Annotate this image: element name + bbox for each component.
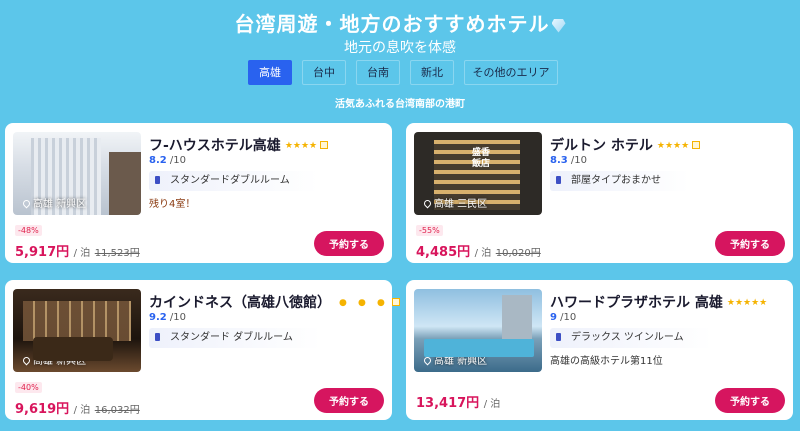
hotel-location-text: 高雄 新興区 <box>33 199 87 210</box>
original-price: 11,523円 <box>94 248 140 259</box>
discount-badge: -55% <box>416 225 443 236</box>
hotel-card[interactable]: 高雄 三民区 デルトン ホテル★★★★ 8.3 /10 部屋タイプおまかせ -5… <box>406 123 793 263</box>
room-type: スタンダードダブルルーム <box>149 171 318 191</box>
book-button[interactable]: 予約する <box>715 231 785 256</box>
book-button[interactable]: 予約する <box>715 388 785 413</box>
ranking-note: 高雄の高級ホテル第11位 <box>550 356 663 367</box>
location-pin-icon <box>422 198 433 209</box>
bed-icon <box>155 333 160 341</box>
room-type: 部屋タイプおまかせ <box>550 171 689 191</box>
price-value: 9,619円 <box>15 402 70 417</box>
star-rating-icon: ★★★★ <box>284 141 318 151</box>
score-value: 9.2 <box>149 312 167 323</box>
review-score: 8.2 /10 <box>149 155 186 166</box>
hotel-name[interactable]: ハワードプラザホテル 高雄 ★★★★★ <box>550 292 767 312</box>
score-suffix: /10 <box>560 312 577 323</box>
hotel-location: 高雄 新興区 <box>21 195 87 210</box>
hotel-card[interactable]: 高雄 新興区 フ-ハウスホテル高雄 ★★★★ 8.2 /10 スタンダードダブルル… <box>5 123 392 263</box>
star-rating-icon: ★★★★★ <box>726 298 768 308</box>
hotel-location: 高雄 三民区 <box>422 195 488 210</box>
hotel-location-text: 高雄 三民区 <box>434 199 488 210</box>
hotel-name-text[interactable]: フ-ハウスホテル高雄 <box>149 138 281 154</box>
hotel-location-text: 高雄 新興区 <box>33 356 87 367</box>
score-value: 8.3 <box>550 155 568 166</box>
book-button[interactable]: 予約する <box>314 388 384 413</box>
page-subtitle: 地元の息吹を体感 <box>344 40 456 56</box>
tab-kaohsiung[interactable]: 高雄 <box>248 60 292 85</box>
original-price: 10,020円 <box>495 248 541 259</box>
hotel-location: 高雄 新興区 <box>21 352 87 367</box>
hotel-name-text[interactable]: デルトン ホテル <box>550 138 653 154</box>
page-title-text: 台湾周遊・地方のおすすめホテル <box>234 12 550 36</box>
price-value: 5,917円 <box>15 245 70 260</box>
tab-new-taipei[interactable]: 新北 <box>410 60 454 85</box>
hotel-name-text[interactable]: ハワードプラザホテル 高雄 <box>550 295 723 311</box>
discount-badge: -48% <box>15 225 42 236</box>
score-value: 9 <box>550 312 557 323</box>
thumbs-up-badge-icon <box>391 298 400 306</box>
price-value: 13,417円 <box>416 396 480 411</box>
location-pin-icon <box>21 198 32 209</box>
room-type: スタンダード ダブルルーム <box>149 328 321 348</box>
score-value: 8.2 <box>149 155 167 166</box>
hotel-location-text: 高雄 新興区 <box>434 356 488 367</box>
bed-icon <box>556 333 561 341</box>
per-night: / 泊 <box>474 248 492 259</box>
room-type: デラックス ツインルーム <box>550 328 712 348</box>
thumbs-up-badge-icon <box>692 141 701 149</box>
rating-circles-icon: ● ● ● <box>339 298 389 308</box>
location-pin-icon <box>422 355 433 366</box>
bed-icon <box>556 176 561 184</box>
hotel-name-text[interactable]: カインドネス（高雄八徳館） <box>149 295 331 311</box>
hotel-photo[interactable]: 高雄 新興区 <box>414 289 542 372</box>
per-night: / 泊 <box>73 405 91 416</box>
room-type-text: 部屋タイプおまかせ <box>571 175 661 186</box>
room-type-text: デラックス ツインルーム <box>571 332 684 343</box>
hotel-name[interactable]: カインドネス（高雄八徳館） ● ● ● <box>149 292 400 312</box>
hotel-photo[interactable]: 高雄 三民区 <box>414 132 542 215</box>
score-suffix: /10 <box>570 155 587 166</box>
hotel-card[interactable]: 高雄 新興区 ハワードプラザホテル 高雄 ★★★★★ 9 /10 デラックス ツイ… <box>406 280 793 420</box>
price: 13,417円 / 泊 <box>416 392 500 411</box>
region-description: 活気あふれる台湾南部の港町 <box>335 99 465 110</box>
hotel-location: 高雄 新興区 <box>422 352 488 367</box>
hotel-photo[interactable]: 高雄 新興区 <box>13 132 141 215</box>
tab-taichung[interactable]: 台中 <box>302 60 346 85</box>
review-score: 9 /10 <box>550 312 576 323</box>
price: 5,917円 / 泊 11,523円 <box>15 241 140 260</box>
availability-note: 残り4室！ <box>149 199 196 210</box>
thumbs-up-badge-icon <box>320 141 329 149</box>
original-price: 16,032円 <box>94 405 140 416</box>
review-score: 9.2 /10 <box>149 312 186 323</box>
price: 9,619円 / 泊 16,032円 <box>15 398 140 417</box>
region-tabs: 高雄 台中 台南 新北 その他のエリア <box>0 60 800 85</box>
review-score: 8.3 /10 <box>550 155 587 166</box>
tab-tainan[interactable]: 台南 <box>356 60 400 85</box>
diamond-icon <box>551 18 566 33</box>
room-type-text: スタンダードダブルルーム <box>170 175 290 186</box>
hotel-card[interactable]: 高雄 新興区 カインドネス（高雄八徳館） ● ● ● 9.2 /10 スタンダード… <box>5 280 400 420</box>
location-pin-icon <box>21 355 32 366</box>
room-type-text: スタンダード ダブルルーム <box>170 332 293 343</box>
bed-icon <box>155 176 160 184</box>
price: 4,485円 / 泊 10,020円 <box>416 241 541 260</box>
hotel-photo[interactable]: 高雄 新興区 <box>13 289 141 372</box>
hotel-name[interactable]: フ-ハウスホテル高雄 ★★★★ <box>149 135 329 155</box>
discount-badge: -40% <box>15 382 42 393</box>
per-night: / 泊 <box>483 399 501 410</box>
score-suffix: /10 <box>169 155 186 166</box>
tab-other-areas[interactable]: その他のエリア <box>464 60 558 85</box>
book-button[interactable]: 予約する <box>314 231 384 256</box>
star-rating-icon: ★★★★ <box>656 141 690 151</box>
per-night: / 泊 <box>73 248 91 259</box>
hotel-name[interactable]: デルトン ホテル ★★★★ <box>550 135 701 155</box>
price-value: 4,485円 <box>416 245 471 260</box>
page-title: 台湾周遊・地方のおすすめホテル <box>0 8 800 37</box>
score-suffix: /10 <box>169 312 186 323</box>
